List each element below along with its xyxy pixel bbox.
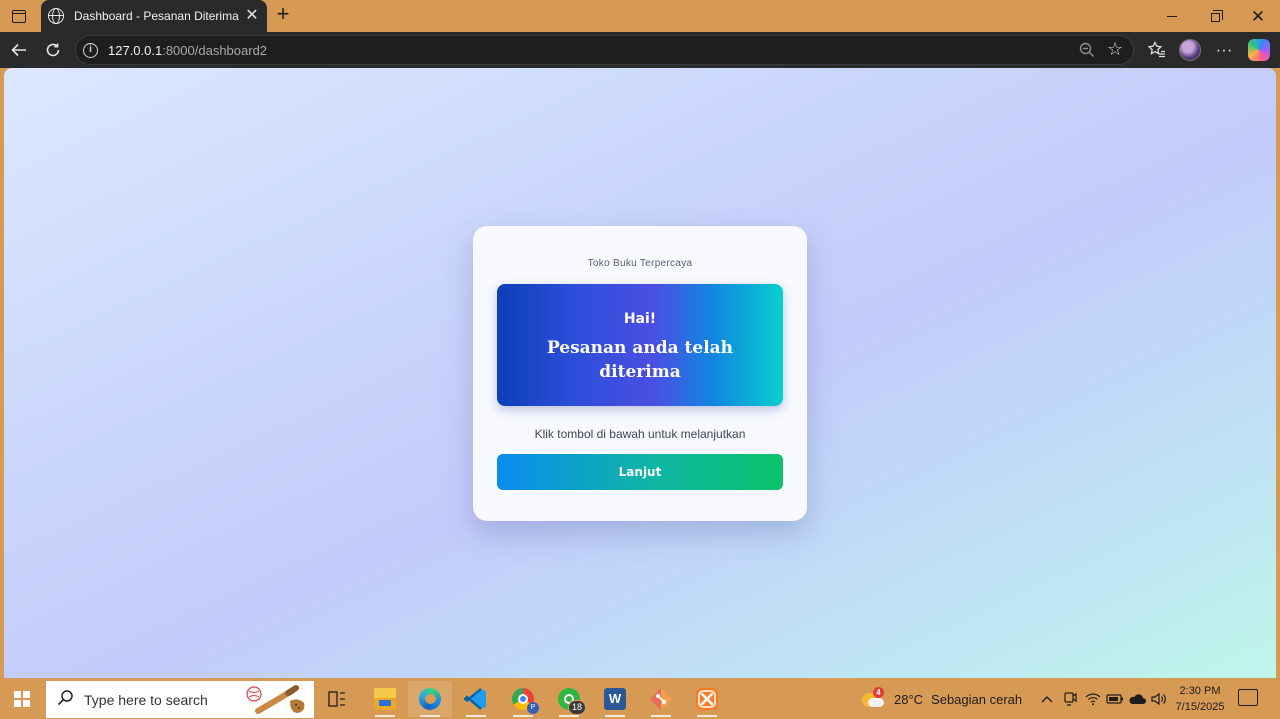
more-menu-icon[interactable]: ··· xyxy=(1212,38,1236,62)
system-clock[interactable]: 2:30 PM 7/15/2025 xyxy=(1170,683,1230,715)
url-text[interactable]: 127.0.0.1:8000/dashboard2 xyxy=(108,43,267,58)
reload-button[interactable] xyxy=(39,36,67,64)
show-hidden-icons-chevron-icon[interactable] xyxy=(1037,679,1057,719)
globe-icon xyxy=(48,8,64,24)
taskbar-edge[interactable] xyxy=(408,681,452,717)
windows-logo-icon xyxy=(14,691,30,707)
confirmation-banner: Hai! Pesanan anda telah diterima xyxy=(497,284,783,406)
vscode-icon xyxy=(464,688,486,710)
taskbar-file-explorer[interactable] xyxy=(363,681,407,717)
close-window-button[interactable]: ✕ xyxy=(1236,0,1280,32)
edge-icon xyxy=(419,688,441,710)
temperature: 28°C xyxy=(894,691,924,707)
onedrive-icon[interactable] xyxy=(1127,679,1147,719)
taskbar-search[interactable]: Type here to search xyxy=(46,681,314,718)
taskbar-git[interactable] xyxy=(639,681,683,717)
battery-icon[interactable] xyxy=(1105,679,1125,719)
taskbar-chrome[interactable]: P xyxy=(501,681,545,717)
clock-date: 7/15/2025 xyxy=(1175,701,1225,713)
taskbar-word[interactable]: W xyxy=(593,681,637,717)
order-received-message: Pesanan anda telah diterima xyxy=(546,338,734,382)
profile-avatar[interactable] xyxy=(1178,38,1202,62)
order-card: Toko Buku Terpercaya Hai! Pesanan anda t… xyxy=(473,226,807,521)
restore-button[interactable] xyxy=(1193,0,1237,32)
taskbar-xampp[interactable] xyxy=(685,681,729,717)
search-placeholder: Type here to search xyxy=(84,691,208,708)
notifications-icon[interactable] xyxy=(1238,689,1258,706)
word-icon: W xyxy=(604,688,626,710)
continue-button[interactable]: Lanjut xyxy=(497,454,783,490)
git-icon xyxy=(650,688,672,710)
folder-icon xyxy=(374,688,396,710)
new-tab-button[interactable]: + xyxy=(272,3,294,26)
taskbar: Type here to search P 18 W 4 28°C Sebagi… xyxy=(0,679,1280,719)
whatsapp-icon: 18 xyxy=(558,688,586,715)
minimize-button[interactable] xyxy=(1150,0,1194,32)
search-icon xyxy=(57,689,74,711)
close-tab-icon[interactable]: ✕ xyxy=(241,8,263,24)
browser-tab[interactable]: Dashboard - Pesanan Diterima ✕ xyxy=(41,0,267,32)
taskbar-vscode[interactable] xyxy=(454,681,498,717)
title-bar: Dashboard - Pesanan Diterima ✕ + ✕ xyxy=(0,0,1280,32)
tab-title: Dashboard - Pesanan Diterima xyxy=(74,9,239,23)
store-name: Toko Buku Terpercaya xyxy=(587,258,693,269)
start-button[interactable] xyxy=(0,679,44,719)
partly-cloudy-icon: 4 xyxy=(862,687,884,709)
wifi-icon[interactable] xyxy=(1083,679,1103,719)
task-view-button[interactable] xyxy=(315,681,359,717)
weather-condition: Sebagian cerah xyxy=(931,691,1023,707)
zoom-icon[interactable] xyxy=(1079,42,1095,58)
whatsapp-unread-badge: 18 xyxy=(567,700,586,715)
search-highlight-icon xyxy=(244,685,310,715)
back-button[interactable] xyxy=(5,36,33,64)
clock-time: 2:30 PM xyxy=(1179,685,1221,697)
weather-alert-badge: 4 xyxy=(873,687,884,698)
meet-now-icon[interactable] xyxy=(1060,679,1080,719)
continue-hint: Klik tombol di bawah untuk melanjutkan xyxy=(534,427,746,441)
tab-actions-icon[interactable] xyxy=(8,5,30,27)
browser-toolbar: i 127.0.0.1:8000/dashboard2 ☆ ··· xyxy=(0,32,1280,68)
volume-icon[interactable] xyxy=(1149,679,1169,719)
weather-widget[interactable]: 4 28°C Sebagian cerah xyxy=(862,679,1022,719)
xampp-icon xyxy=(696,688,718,710)
taskbar-whatsapp[interactable]: 18 xyxy=(547,681,591,717)
page-viewport: Toko Buku Terpercaya Hai! Pesanan anda t… xyxy=(4,68,1276,678)
favorite-star-icon[interactable]: ☆ xyxy=(1107,39,1123,60)
favorites-icon[interactable] xyxy=(1145,38,1169,62)
address-bar[interactable]: i 127.0.0.1:8000/dashboard2 ☆ xyxy=(75,35,1134,65)
site-info-icon[interactable]: i xyxy=(83,43,98,58)
copilot-icon[interactable] xyxy=(1247,38,1271,62)
greeting: Hai! xyxy=(623,311,657,327)
chrome-icon: P xyxy=(512,688,539,714)
